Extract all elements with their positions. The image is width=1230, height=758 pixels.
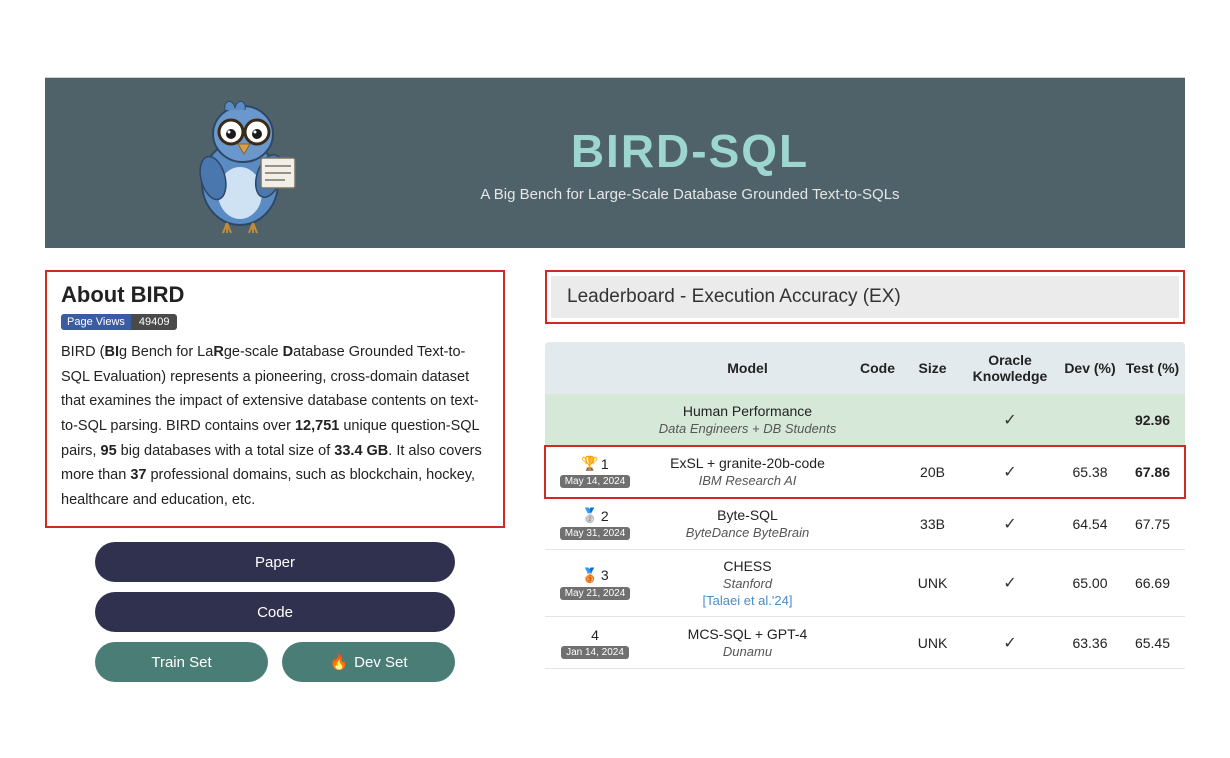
medal-icon: 🏆: [581, 455, 598, 472]
leaderboard-table: Model Code Size Oracle Knowledge Dev (%)…: [545, 342, 1185, 669]
rank-number: 4: [591, 627, 599, 643]
col-dev-header: Dev (%): [1060, 360, 1120, 376]
button-group: Paper Code Train Set 🔥 Dev Set: [45, 542, 505, 682]
browser-chrome: [45, 60, 1185, 78]
rank-number: 1: [601, 456, 609, 472]
cell-size: 33B: [905, 516, 960, 532]
col-test-header: Test (%): [1120, 360, 1185, 376]
about-heading: About BIRD: [61, 282, 489, 308]
train-set-button[interactable]: Train Set: [95, 642, 268, 682]
rank-date: May 21, 2024: [560, 587, 631, 600]
rank-number: 3: [601, 567, 609, 583]
rank-date: May 31, 2024: [560, 527, 631, 540]
model-name: Human Performance: [645, 403, 850, 419]
cell-oracle: ✓: [960, 633, 1060, 653]
cell-model: ExSL + granite-20b-code IBM Research AI: [645, 455, 850, 488]
cell-model: Byte-SQL ByteDance ByteBrain: [645, 507, 850, 540]
bird-icon: [165, 88, 315, 238]
model-name: ExSL + granite-20b-code: [645, 455, 850, 471]
cell-size: UNK: [905, 635, 960, 651]
bird-mascot: [165, 88, 315, 238]
model-name: CHESS: [645, 558, 850, 574]
dev-set-button[interactable]: 🔥 Dev Set: [282, 642, 455, 682]
content-columns: About BIRD Page Views 49409 BIRD (BIg Be…: [45, 270, 1185, 682]
cell-model: MCS-SQL + GPT-4 Dunamu: [645, 626, 850, 659]
cell-oracle: ✓: [960, 462, 1060, 482]
cell-test: 92.96: [1120, 412, 1185, 428]
model-sub: Stanford: [645, 576, 850, 591]
rank-date: Jan 14, 2024: [561, 646, 629, 659]
pageviews-badge: Page Views 49409: [61, 314, 489, 330]
model-sub: Dunamu: [645, 644, 850, 659]
about-box: About BIRD Page Views 49409 BIRD (BIg Be…: [45, 270, 505, 528]
right-column: Leaderboard - Execution Accuracy (EX) Mo…: [545, 270, 1185, 682]
cell-model: CHESS Stanford [Talaei et al.'24]: [645, 558, 850, 608]
hero-text: BIRD-SQL A Big Bench for Large-Scale Dat…: [315, 124, 1185, 203]
rank-date: May 14, 2024: [560, 475, 631, 488]
col-size-header: Size: [905, 360, 960, 376]
code-button[interactable]: Code: [95, 592, 455, 632]
cell-test: 65.45: [1120, 635, 1185, 651]
cell-rank: 🥉3 May 21, 2024: [545, 567, 645, 600]
medal-icon: 🥈: [581, 507, 598, 524]
cell-size: 20B: [905, 464, 960, 480]
leaderboard-header-row: Model Code Size Oracle Knowledge Dev (%)…: [545, 342, 1185, 394]
cell-dev: 64.54: [1060, 516, 1120, 532]
cell-test: 67.75: [1120, 516, 1185, 532]
dataset-button-row: Train Set 🔥 Dev Set: [95, 642, 455, 682]
leaderboard-title: Leaderboard - Execution Accuracy (EX): [551, 276, 1179, 318]
medal-icon: 🥉: [581, 567, 598, 584]
model-sub: ByteDance ByteBrain: [645, 525, 850, 540]
cell-rank: 🥈2 May 31, 2024: [545, 507, 645, 540]
cell-size: UNK: [905, 575, 960, 591]
cell-dev: 65.00: [1060, 575, 1120, 591]
left-column: About BIRD Page Views 49409 BIRD (BIg Be…: [45, 270, 505, 682]
model-sub: Data Engineers + DB Students: [645, 421, 850, 436]
model-name: MCS-SQL + GPT-4: [645, 626, 850, 642]
model-link[interactable]: [Talaei et al.'24]: [645, 593, 850, 608]
cell-test: 66.69: [1120, 575, 1185, 591]
model-sub: IBM Research AI: [645, 473, 850, 488]
leaderboard-row: 🏆1 May 14, 2024 ExSL + granite-20b-code IBM…: [545, 446, 1185, 498]
leaderboard-row: 🥈2 May 31, 2024 Byte-SQL ByteDance ByteBrai…: [545, 498, 1185, 550]
col-model-header: Model: [645, 360, 850, 376]
badge-label: Page Views: [61, 314, 131, 330]
leaderboard-row: 4 Jan 14, 2024 MCS-SQL + GPT-4 Dunamu UNK✓63…: [545, 617, 1185, 669]
cell-oracle: ✓: [960, 410, 1060, 430]
paper-button[interactable]: Paper: [95, 542, 455, 582]
page-frame: BIRD-SQL A Big Bench for Large-Scale Dat…: [45, 60, 1185, 682]
model-name: Byte-SQL: [645, 507, 850, 523]
cell-test: 67.86: [1120, 464, 1185, 480]
rank-number: 2: [601, 508, 609, 524]
cell-oracle: ✓: [960, 573, 1060, 593]
dev-set-label: Dev Set: [354, 654, 407, 671]
cell-dev: 65.38: [1060, 464, 1120, 480]
hero-banner: BIRD-SQL A Big Bench for Large-Scale Dat…: [45, 78, 1185, 248]
hero-title: BIRD-SQL: [315, 124, 1065, 178]
fire-icon: 🔥: [329, 653, 348, 671]
cell-dev: 63.36: [1060, 635, 1120, 651]
leaderboard-row: 🥉3 May 21, 2024 CHESS Stanford [Talaei et al…: [545, 550, 1185, 617]
badge-count: 49409: [131, 314, 178, 330]
leaderboard-title-box: Leaderboard - Execution Accuracy (EX): [545, 270, 1185, 324]
about-body: BIRD (BIg Bench for LaRge-scale Database…: [61, 340, 489, 512]
cell-rank: 🏆1 May 14, 2024: [545, 455, 645, 488]
col-oracle-header: Oracle Knowledge: [960, 352, 1060, 384]
cell-oracle: ✓: [960, 514, 1060, 534]
cell-model: Human Performance Data Engineers + DB St…: [645, 403, 850, 436]
human-performance-row: Human Performance Data Engineers + DB St…: [545, 394, 1185, 446]
hero-subtitle: A Big Bench for Large-Scale Database Gro…: [315, 186, 1065, 203]
cell-rank: 4 Jan 14, 2024: [545, 627, 645, 659]
leaderboard-rows: 🏆1 May 14, 2024 ExSL + granite-20b-code IBM…: [545, 446, 1185, 669]
col-code-header: Code: [850, 360, 905, 376]
